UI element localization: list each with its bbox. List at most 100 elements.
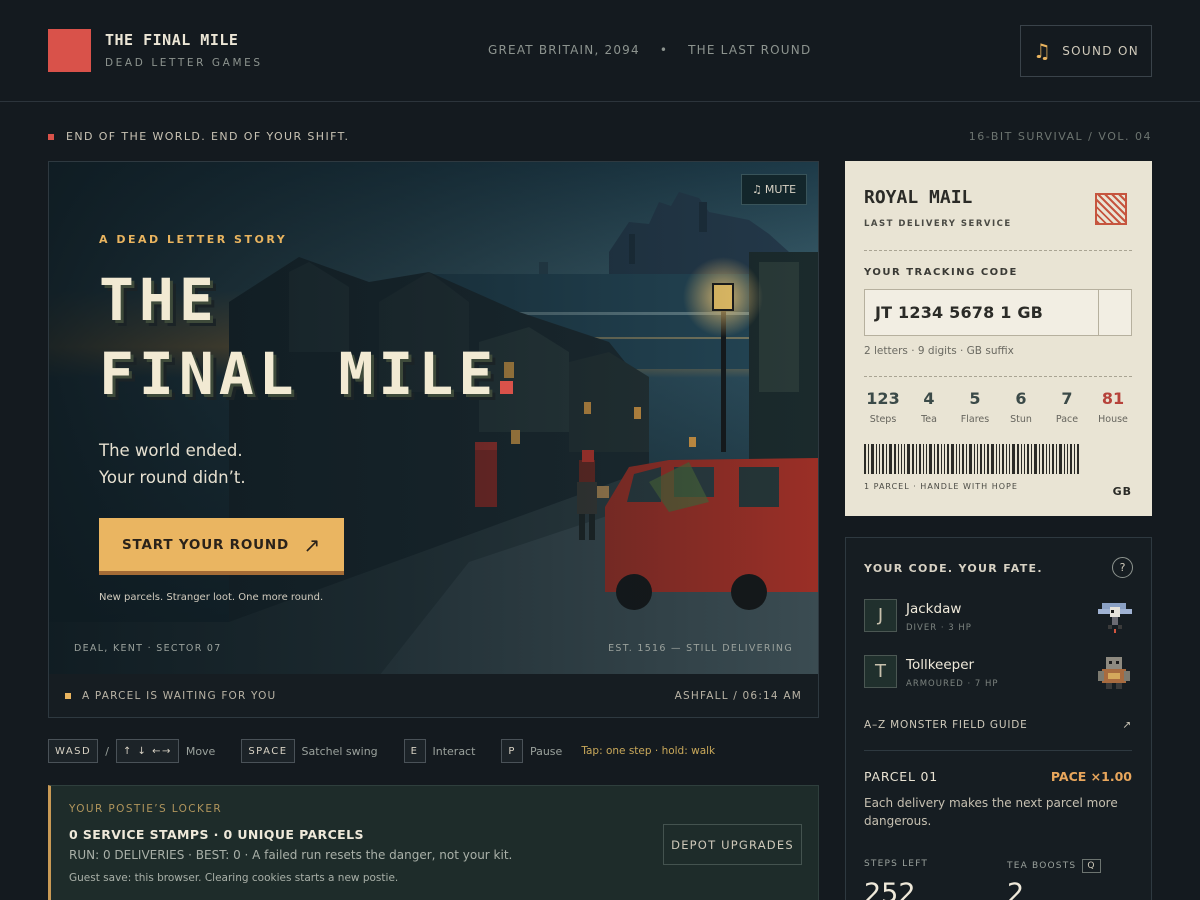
stat-label: Flares bbox=[960, 414, 990, 425]
setting-text: GREAT BRITAIN, 2094 bbox=[488, 43, 640, 57]
controls-legend: WASD / ↑ ↓ ←→ Move SPACE Satchel swing E… bbox=[48, 739, 715, 763]
fate-title: YOUR CODE. YOUR FATE. bbox=[864, 562, 1043, 575]
barcode-bar bbox=[1070, 444, 1072, 474]
guide-label: A–Z MONSTER FIELD GUIDE bbox=[864, 719, 1028, 731]
barcode-bar bbox=[984, 444, 985, 474]
barcode-bar bbox=[1074, 444, 1075, 474]
hero-title-text: FINAL MILE bbox=[99, 340, 499, 408]
barcode-bar bbox=[1006, 444, 1007, 474]
tracking-code-value[interactable]: JT 1234 5678 1 GB bbox=[865, 290, 1098, 335]
monster-glyph: J bbox=[864, 599, 897, 632]
barcode-bar bbox=[876, 444, 877, 474]
status-right-text: ASHFALL / 06:14 AM bbox=[674, 689, 802, 702]
barcode-bar bbox=[1021, 444, 1022, 474]
red-square-icon bbox=[48, 133, 54, 140]
steps-left-label: STEPS LEFT bbox=[864, 859, 929, 869]
stat-label: Stun bbox=[1010, 414, 1032, 425]
jackdaw-sprite-icon bbox=[1098, 603, 1132, 633]
hero-subnote: New parcels. Stranger loot. One more rou… bbox=[99, 592, 324, 603]
stat-value: 7 bbox=[1061, 389, 1073, 408]
stat-label: Pace bbox=[1055, 414, 1079, 425]
hero-banner: ♫ MUTE A DEAD LETTER STORY THE FINAL MIL… bbox=[48, 161, 819, 675]
key-e: E bbox=[403, 739, 426, 763]
barcode-bar bbox=[951, 444, 954, 474]
barcode-bar bbox=[879, 444, 880, 474]
barcode-bar bbox=[1064, 444, 1065, 474]
parcel-number: PARCEL 01 bbox=[864, 769, 939, 784]
barcode-bar bbox=[937, 444, 939, 474]
help-icon[interactable]: ? bbox=[1112, 557, 1133, 578]
yellow-square-icon bbox=[65, 692, 71, 699]
locker-stamps: 0 SERVICE STAMPS · 0 UNIQUE PARCELS bbox=[69, 827, 364, 842]
separator-dot: • bbox=[659, 43, 669, 57]
barcode-bar bbox=[886, 444, 887, 474]
tracking-code-field[interactable]: JT 1234 5678 1 GB bbox=[864, 289, 1132, 336]
hero-lede: The world ended. Your round didn’t. bbox=[99, 437, 246, 491]
barcode-bar bbox=[941, 444, 942, 474]
barcode-bar bbox=[966, 444, 967, 474]
hero-established: EST. 1516 — STILL DELIVERING bbox=[608, 643, 793, 654]
monster-jackdaw[interactable]: J Jackdaw DIVER · 3 HP bbox=[864, 599, 1132, 635]
barcode-bar bbox=[959, 444, 960, 474]
barcode-bar bbox=[1042, 444, 1044, 474]
ticket-divider bbox=[864, 250, 1132, 251]
key-q: Q bbox=[1082, 859, 1101, 873]
monster-meta: ARMOURED · 7 HP bbox=[906, 679, 999, 689]
logo-mark[interactable] bbox=[48, 29, 91, 72]
tea-boosts-text: TEA BOOSTS bbox=[1007, 861, 1077, 871]
steps-left-value: 252 bbox=[864, 878, 916, 900]
tracking-code-submit[interactable] bbox=[1098, 290, 1131, 335]
start-round-button[interactable]: START YOUR ROUND ↗ bbox=[99, 518, 344, 575]
tagline: END OF THE WORLD. END OF YOUR SHIFT. bbox=[48, 130, 349, 143]
pace-multiplier: PACE ×1.00 bbox=[1050, 769, 1132, 784]
move-label: Move bbox=[185, 744, 216, 758]
barcode-bar bbox=[956, 444, 957, 474]
stat-pace: 7 Pace bbox=[1048, 389, 1086, 425]
barcode-bar bbox=[907, 444, 910, 474]
status-left: A PARCEL IS WAITING FOR YOU bbox=[65, 690, 276, 702]
studio-name: DEAD LETTER GAMES bbox=[105, 57, 263, 69]
barcode-bar bbox=[974, 444, 975, 474]
fate-panel: YOUR CODE. YOUR FATE. ? J Jackdaw DIVER … bbox=[845, 537, 1152, 900]
monster-tollkeeper[interactable]: T Tollkeeper ARMOURED · 7 HP bbox=[864, 655, 1132, 691]
stat-value: 5 bbox=[969, 389, 981, 408]
chapter-text: THE LAST ROUND bbox=[688, 43, 812, 57]
hero-title-line2: FINAL MILE bbox=[99, 340, 514, 408]
barcode-bar bbox=[1034, 444, 1037, 474]
depot-upgrades-button[interactable]: DEPOT UPGRADES bbox=[663, 824, 802, 865]
barcode-bar bbox=[871, 444, 874, 474]
barcode-bar bbox=[901, 444, 902, 474]
stat-flares: 5 Flares bbox=[956, 389, 994, 425]
key-wasd: WASD bbox=[48, 739, 99, 763]
arrow-up-right-icon: ↗ bbox=[303, 532, 321, 557]
arrow-up-right-icon: ↗ bbox=[1122, 719, 1132, 731]
sound-toggle-button[interactable]: ♫ SOUND ON bbox=[1020, 25, 1152, 77]
barcode-bar bbox=[864, 444, 866, 474]
stat-value: 4 bbox=[923, 389, 935, 408]
barcode-bar bbox=[1059, 444, 1062, 474]
monster-glyph: T bbox=[864, 655, 897, 688]
barcode-bar bbox=[912, 444, 914, 474]
stat-value: 6 bbox=[1015, 389, 1027, 408]
tea-boosts-value: 2 bbox=[1007, 878, 1025, 900]
key-arrows: ↑ ↓ ←→ bbox=[115, 739, 179, 763]
stat-value: 123 bbox=[866, 389, 900, 408]
postie-locker: YOUR POSTIE’S LOCKER 0 SERVICE STAMPS · … bbox=[48, 785, 819, 900]
postage-stamp-icon bbox=[1095, 193, 1127, 225]
monster-field-guide-link[interactable]: A–Z MONSTER FIELD GUIDE ↗ bbox=[864, 719, 1132, 731]
ticket-suffix: GB bbox=[1112, 485, 1132, 498]
barcode-bar bbox=[944, 444, 945, 474]
stat-steps: 123 Steps bbox=[864, 389, 902, 425]
mute-button[interactable]: ♫ MUTE bbox=[741, 174, 807, 205]
swing-label: Satchel swing bbox=[301, 744, 378, 758]
parcel-description: Each delivery makes the next parcel more… bbox=[864, 796, 1118, 828]
brand-name[interactable]: THE FINAL MILE bbox=[105, 31, 238, 49]
lede-line2: Your round didn’t. bbox=[99, 468, 246, 487]
cta-label: START YOUR ROUND bbox=[122, 536, 289, 553]
stat-value: 81 bbox=[1101, 389, 1125, 408]
barcode-bar bbox=[916, 444, 917, 474]
ticket-footer: 1 PARCEL · HANDLE WITH HOPE bbox=[864, 482, 1018, 491]
stat-tea: 4 Tea bbox=[910, 389, 948, 425]
monster-meta: DIVER · 3 HP bbox=[906, 623, 972, 633]
barcode-bar bbox=[1077, 444, 1079, 474]
